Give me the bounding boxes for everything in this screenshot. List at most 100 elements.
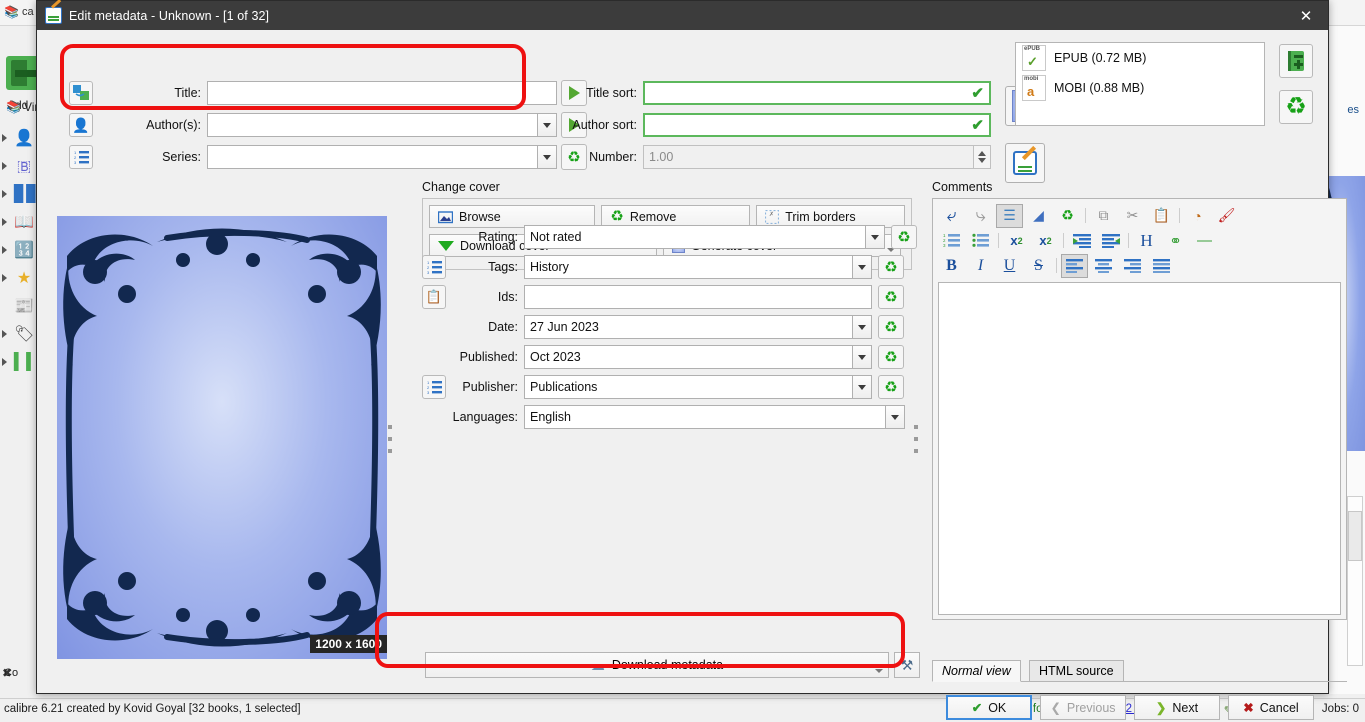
next-button[interactable]: ❯ Next: [1134, 695, 1220, 720]
published-input[interactable]: Oct 2023: [524, 345, 853, 369]
edit-cover-button[interactable]: [1005, 143, 1045, 183]
download-metadata-button[interactable]: ☁ Download metadata: [425, 652, 889, 678]
tag-browser-item-rating[interactable]: ★: [0, 265, 40, 293]
number-input[interactable]: 1.00: [643, 145, 974, 169]
remove-format-button[interactable]: ♻: [1279, 90, 1313, 124]
underline-icon[interactable]: U: [996, 254, 1023, 278]
stepper-up-icon[interactable]: [978, 151, 986, 156]
expand-arrow-icon[interactable]: [2, 274, 7, 282]
align-center-icon[interactable]: [1090, 254, 1117, 278]
configure-metadata-button[interactable]: ⚒: [894, 652, 920, 678]
clear-tags-button[interactable]: ♻: [878, 255, 904, 279]
rating-input[interactable]: Not rated: [524, 225, 866, 249]
tag-browser-item-series[interactable]: ▊▊: [0, 181, 40, 209]
tags-dropdown-icon[interactable]: [853, 255, 872, 279]
align-right-icon[interactable]: [1119, 254, 1146, 278]
undo-icon[interactable]: ⤶: [938, 204, 965, 228]
tab-normal-view[interactable]: Normal view: [932, 660, 1021, 682]
authors-input[interactable]: [207, 113, 538, 137]
expand-arrow-icon[interactable]: [2, 358, 7, 366]
languages-input[interactable]: English: [524, 405, 886, 429]
heading-icon[interactable]: H: [1133, 229, 1160, 253]
series-input[interactable]: [207, 145, 538, 169]
publisher-input[interactable]: Publications: [524, 375, 853, 399]
format-item[interactable]: mobi a MOBI (0.88 MB): [1016, 73, 1264, 103]
background-color-icon[interactable]: ◔: [1184, 204, 1211, 228]
publisher-list-icon[interactable]: 123: [422, 375, 446, 399]
italic-icon[interactable]: I: [967, 254, 994, 278]
superscript-icon[interactable]: x2: [1003, 229, 1030, 253]
tags-input[interactable]: History: [524, 255, 853, 279]
cover-splitter[interactable]: [385, 425, 394, 461]
tag-browser-item-publisher[interactable]: 🔢: [0, 237, 40, 265]
cancel-button[interactable]: ✖ Cancel: [1228, 695, 1314, 720]
add-books-icon[interactable]: [6, 56, 40, 90]
paste-ids-icon[interactable]: 📋: [422, 285, 446, 309]
foreground-color-icon[interactable]: 🖌: [1213, 204, 1240, 228]
series-list-icon[interactable]: 1 2 3: [69, 145, 93, 169]
expand-arrow-icon[interactable]: [2, 190, 7, 198]
redo-icon[interactable]: ⤷: [967, 204, 994, 228]
ok-button[interactable]: ✔ OK: [946, 695, 1032, 720]
subscript-icon[interactable]: x2: [1032, 229, 1059, 253]
cover-image[interactable]: 1200 x 1600: [57, 216, 387, 659]
remove-format-icon[interactable]: ☰: [996, 203, 1023, 228]
tags-list-icon[interactable]: 123: [422, 255, 446, 279]
tag-browser-item-authors[interactable]: 👤: [0, 125, 40, 153]
outdent-icon[interactable]: [1097, 229, 1124, 253]
tag-browser-item-news[interactable]: 📰: [0, 293, 40, 321]
add-format-button[interactable]: [1279, 44, 1313, 78]
expand-arrow-icon[interactable]: [2, 134, 7, 142]
author-sort-input[interactable]: ✔: [643, 113, 991, 137]
indent-icon[interactable]: [1068, 229, 1095, 253]
ids-input[interactable]: [524, 285, 872, 309]
details-scroll-thumb[interactable]: [1348, 511, 1362, 561]
rating-dropdown-icon[interactable]: [866, 225, 885, 249]
main-tab-label[interactable]: ca: [22, 6, 34, 18]
eraser-icon[interactable]: ◢: [1025, 204, 1052, 228]
copy-icon[interactable]: ⧉: [1090, 204, 1117, 228]
clear-rating-button[interactable]: ♻: [891, 225, 917, 249]
expand-arrow-icon[interactable]: [2, 330, 7, 338]
date-input[interactable]: 27 Jun 2023: [524, 315, 853, 339]
author-icon[interactable]: 👤: [69, 113, 93, 137]
previous-button[interactable]: ❮ Previous: [1040, 695, 1126, 720]
clear-recycle-icon[interactable]: ♻: [1054, 204, 1081, 228]
expand-arrow-icon[interactable]: [2, 218, 7, 226]
ordered-list-icon[interactable]: 123: [938, 229, 965, 253]
format-item[interactable]: ePUB ✓ EPUB (0.72 MB): [1016, 43, 1264, 73]
expand-arrow-icon[interactable]: [2, 162, 7, 170]
title-input[interactable]: [207, 81, 557, 105]
tag-browser-item-tags[interactable]: 🏷: [0, 321, 40, 349]
horizontal-rule-icon[interactable]: —: [1191, 229, 1218, 253]
swap-title-author-icon[interactable]: [69, 81, 93, 105]
clear-published-button[interactable]: ♻: [878, 345, 904, 369]
published-dropdown-icon[interactable]: [853, 345, 872, 369]
convert-label[interactable]: Co: [4, 667, 18, 679]
cut-scissors-icon[interactable]: ✂: [1119, 204, 1146, 228]
tag-browser-item-books[interactable]: 📖: [0, 209, 40, 237]
tag-browser[interactable]: 👤 🇧 ▊▊ 📖 🔢 ★ 📰 🏷 ▍▍: [0, 125, 40, 377]
stepper-down-icon[interactable]: [978, 158, 986, 163]
paste-icon[interactable]: 📋: [1148, 204, 1175, 228]
number-stepper[interactable]: [974, 145, 991, 169]
date-dropdown-icon[interactable]: [853, 315, 872, 339]
clear-publisher-button[interactable]: ♻: [878, 375, 904, 399]
unordered-list-icon[interactable]: [967, 229, 994, 253]
strikethrough-icon[interactable]: S: [1025, 254, 1052, 278]
formats-list[interactable]: ePUB ✓ EPUB (0.72 MB) mobi a MOBI (0.88 …: [1015, 42, 1265, 126]
insert-link-icon[interactable]: ⚭: [1162, 229, 1189, 253]
jobs-label[interactable]: Jobs: 0: [1322, 703, 1359, 715]
expand-arrow-icon[interactable]: [2, 246, 7, 254]
clear-date-button[interactable]: ♻: [878, 315, 904, 339]
align-justify-icon[interactable]: [1148, 254, 1175, 278]
chevron-down-icon[interactable]: [875, 669, 883, 673]
languages-dropdown-icon[interactable]: [886, 405, 905, 429]
close-icon[interactable]: ✕: [1284, 1, 1328, 30]
title-sort-input[interactable]: ✔: [643, 81, 991, 105]
align-left-icon[interactable]: [1061, 253, 1088, 278]
virtual-library-row[interactable]: 📚 Vir: [6, 100, 38, 114]
tag-browser-item-languages[interactable]: 🇧: [0, 153, 40, 181]
tab-html-source[interactable]: HTML source: [1029, 660, 1124, 682]
publisher-dropdown-icon[interactable]: [853, 375, 872, 399]
